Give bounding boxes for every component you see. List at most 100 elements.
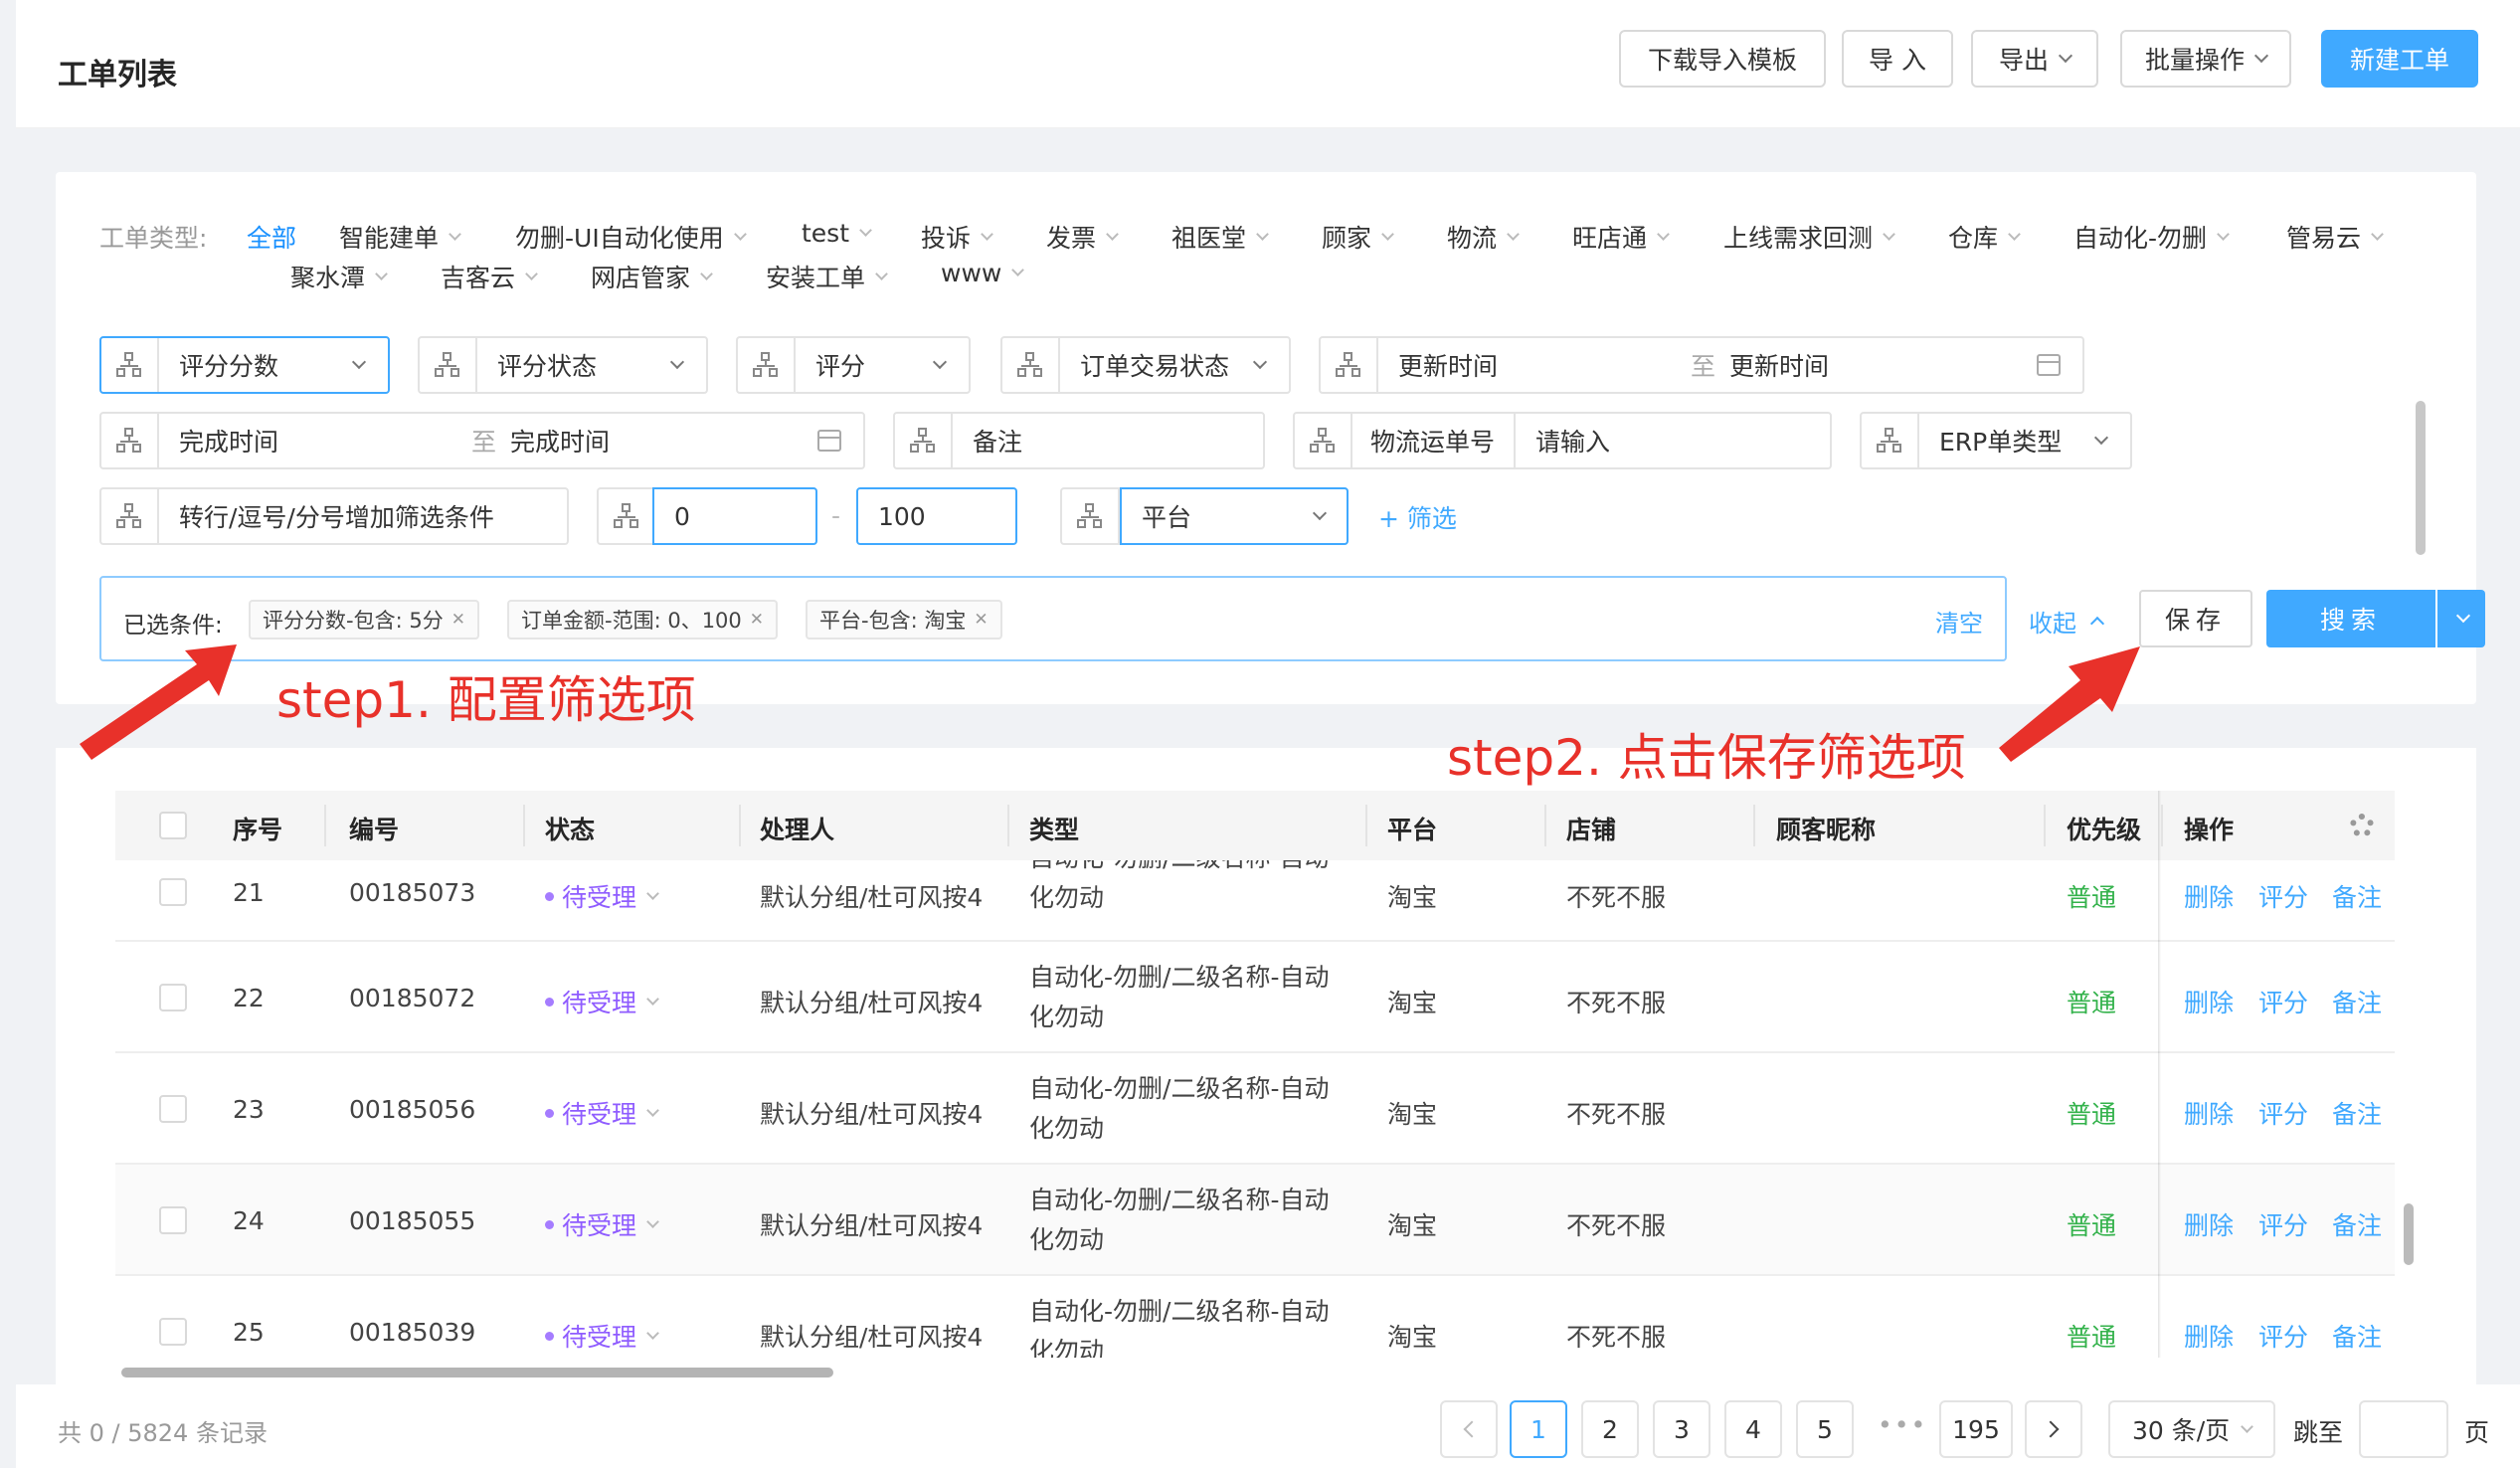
settings-icon[interactable]	[2350, 814, 2374, 837]
cell-status[interactable]: 待受理	[545, 878, 659, 914]
search-dropdown-button[interactable]	[2437, 590, 2485, 647]
note-link[interactable]: 备注	[2332, 984, 2382, 1019]
type-item[interactable]: 祖医堂	[1171, 219, 1269, 255]
type-item[interactable]: 吉客云	[441, 259, 538, 294]
type-item[interactable]: 投诉	[921, 219, 993, 255]
finish-time-range[interactable]: 完成时间 至 完成时间	[99, 412, 865, 469]
cell-status[interactable]: 待受理	[545, 1318, 659, 1354]
collapse-filters-link[interactable]: 收起	[2029, 604, 2105, 639]
pagination-ellipsis[interactable]: •••	[1878, 1410, 1927, 1439]
type-item[interactable]: 上线需求回测	[1723, 219, 1895, 255]
type-item[interactable]: 发票	[1046, 219, 1119, 255]
table-row[interactable]: 24 00185055 待受理 默认分组/杜可风按4 自动化-勿删/二级名称-自…	[115, 1165, 2395, 1276]
delete-link[interactable]: 删除	[2184, 984, 2234, 1019]
type-item[interactable]: 旺店通	[1572, 219, 1670, 255]
page-button[interactable]: 5	[1796, 1400, 1854, 1458]
split-condition-input[interactable]: 转行/逗号/分号增加筛选条件	[99, 487, 569, 545]
table-row[interactable]: 21 00185073 待受理 默认分组/杜可风按4 自动化-勿删/二级名称-自…	[115, 860, 2395, 942]
cell-seq: 23	[233, 1095, 265, 1124]
close-icon[interactable]: ✕	[750, 610, 764, 630]
type-item[interactable]: 自动化-勿删	[2073, 219, 2230, 255]
clear-conditions-link[interactable]: 清空	[1935, 604, 1983, 639]
type-item[interactable]: 顾家	[1322, 219, 1394, 255]
row-checkbox[interactable]	[159, 1206, 187, 1234]
type-item[interactable]: 物流	[1447, 219, 1520, 255]
cell-status[interactable]: 待受理	[545, 984, 659, 1019]
page-button[interactable]: 4	[1724, 1400, 1782, 1458]
delete-link[interactable]: 删除	[2184, 878, 2234, 914]
erp-type-select[interactable]: ERP单类型	[1860, 412, 2132, 469]
rate-link[interactable]: 评分	[2258, 1095, 2308, 1131]
page-button[interactable]: 3	[1653, 1400, 1710, 1458]
page-button-last[interactable]: 195	[1939, 1400, 2013, 1458]
platform-select-box[interactable]: 平台	[1120, 487, 1349, 545]
jump-page-input[interactable]	[2359, 1400, 2448, 1458]
note-link[interactable]: 备注	[2332, 1095, 2382, 1131]
logistics-number-input[interactable]: 物流运单号 请输入	[1293, 412, 1832, 469]
type-item[interactable]: 仓库	[1948, 219, 2021, 255]
close-icon[interactable]: ✕	[974, 610, 988, 630]
page: 工单列表 下载导入模板 导 入 导出 批量操作 新建工单 工单类型: 全部 智能…	[0, 0, 2520, 1468]
table-row[interactable]: 22 00185072 待受理 默认分组/杜可风按4 自动化-勿删/二级名称-自…	[115, 942, 2395, 1053]
search-button[interactable]: 搜索	[2266, 590, 2435, 647]
note-link[interactable]: 备注	[2332, 878, 2382, 914]
platform-select[interactable]: 平台	[1060, 487, 1349, 545]
cell-status[interactable]: 待受理	[545, 1206, 659, 1242]
type-item-label: 智能建单	[339, 224, 440, 253]
update-time-range[interactable]: 更新时间 至 更新时间	[1319, 336, 2084, 394]
rate-link[interactable]: 评分	[2258, 984, 2308, 1019]
row-checkbox[interactable]	[159, 1095, 187, 1123]
type-item-label: 全部	[247, 224, 297, 253]
select-value: 评分状态	[497, 352, 598, 381]
delete-link[interactable]: 删除	[2184, 1206, 2234, 1242]
amount-min-input[interactable]: 0	[652, 487, 817, 545]
condition-tag[interactable]: 评分分数-包含: 5分 ✕	[249, 600, 479, 640]
row-checkbox[interactable]	[159, 984, 187, 1011]
row-checkbox[interactable]	[159, 878, 187, 906]
save-filter-button[interactable]: 保存	[2139, 590, 2252, 647]
prev-page-button[interactable]	[1440, 1400, 1498, 1458]
score-select[interactable]: 评分	[736, 336, 971, 394]
delete-link[interactable]: 删除	[2184, 1095, 2234, 1131]
score-count-select[interactable]: 评分分数	[99, 336, 390, 394]
type-item[interactable]: 管易云	[2286, 219, 2384, 255]
select-all-checkbox[interactable]	[159, 812, 187, 839]
cell-priority: 普通	[2067, 1211, 2117, 1240]
type-item[interactable]: 智能建单	[339, 219, 461, 255]
type-item-label: 吉客云	[441, 264, 516, 292]
rate-link[interactable]: 评分	[2258, 878, 2308, 914]
rate-link[interactable]: 评分	[2258, 1318, 2308, 1354]
condition-tag[interactable]: 订单金额-范围: 0、100 ✕	[507, 600, 779, 640]
condition-tag[interactable]: 平台-包含: 淘宝 ✕	[806, 600, 1002, 640]
amount-max-input[interactable]: 100	[856, 487, 1017, 545]
table-vertical-scrollbar[interactable]	[2404, 1203, 2414, 1265]
page-size-select[interactable]: 30 条/页	[2108, 1400, 2275, 1458]
type-item[interactable]: test	[802, 219, 872, 248]
type-item[interactable]: 安装工单	[766, 259, 888, 294]
type-item[interactable]: 聚水潭	[290, 259, 388, 294]
type-item-all[interactable]: 全部	[247, 219, 296, 255]
order-status-select[interactable]: 订单交易状态	[1000, 336, 1291, 394]
row-checkbox[interactable]	[159, 1318, 187, 1346]
close-icon[interactable]: ✕	[451, 610, 465, 630]
rate-link[interactable]: 评分	[2258, 1206, 2308, 1242]
type-line-2: 化勿动	[1029, 1225, 1105, 1254]
type-item[interactable]: www	[941, 259, 1025, 287]
delete-link[interactable]: 删除	[2184, 1318, 2234, 1354]
next-page-button[interactable]	[2025, 1400, 2082, 1458]
table-row[interactable]: 23 00185056 待受理 默认分组/杜可风按4 自动化-勿删/二级名称-自…	[115, 1053, 2395, 1165]
add-filter-button[interactable]: + 筛选	[1378, 499, 1457, 535]
filter-scrollbar[interactable]	[2416, 401, 2426, 555]
cell-status[interactable]: 待受理	[545, 1095, 659, 1131]
table-row[interactable]: 25 00185039 待受理 默认分组/杜可风按4 自动化-勿删/二级名称-自…	[115, 1276, 2395, 1358]
type-item[interactable]: 勿删-UI自动化使用	[515, 219, 747, 255]
chevron-down-icon	[1507, 227, 1520, 241]
horizontal-scrollbar[interactable]	[121, 1368, 833, 1377]
page-button[interactable]: 1	[1510, 1400, 1567, 1458]
type-item[interactable]: 网店管家	[591, 259, 713, 294]
note-link[interactable]: 备注	[2332, 1318, 2382, 1354]
score-status-select[interactable]: 评分状态	[418, 336, 708, 394]
page-button[interactable]: 2	[1581, 1400, 1639, 1458]
note-link[interactable]: 备注	[2332, 1206, 2382, 1242]
remark-input[interactable]: 备注	[893, 412, 1265, 469]
